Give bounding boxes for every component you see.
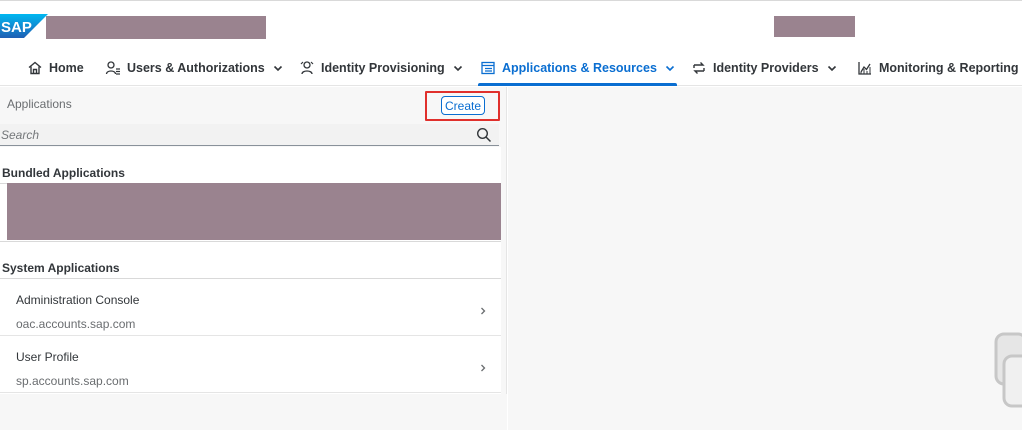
nav-item-label: Users & Authorizations: [127, 61, 265, 75]
chevron-down-icon: [453, 63, 463, 73]
chevron-right-icon: [478, 303, 488, 315]
empty-state-illustration-icon: [994, 332, 1022, 412]
list-bottom-space: [0, 394, 507, 430]
nav-item-applications-resources[interactable]: Applications & Resources: [478, 50, 677, 86]
create-button[interactable]: Create: [441, 96, 485, 115]
divider: [0, 241, 501, 242]
panel-title: Applications: [7, 97, 72, 111]
nav-item-label: Identity Providers: [713, 61, 819, 75]
chevron-down-icon: [827, 63, 837, 73]
users-icon: [105, 60, 121, 76]
redacted-bundled-applications: [7, 183, 501, 240]
provisioning-icon: [299, 60, 315, 76]
nav-item-identity-provisioning[interactable]: Identity Provisioning: [299, 50, 463, 86]
applications-icon: [480, 60, 496, 76]
search-icon[interactable]: [476, 127, 492, 143]
home-icon: [27, 60, 43, 76]
nav-item-users-authorizations[interactable]: Users & Authorizations: [105, 50, 283, 86]
chevron-down-icon: [273, 63, 283, 73]
sap-logo[interactable]: SAP: [0, 14, 48, 38]
nav-item-label: Home: [49, 61, 84, 75]
nav-item-label: Monitoring & Reporting: [879, 61, 1019, 75]
chevron-down-icon: [665, 63, 675, 73]
monitoring-icon: [857, 60, 873, 76]
list-item-subtitle: sp.accounts.sap.com: [16, 374, 129, 388]
group-header-system: System Applications: [0, 257, 501, 279]
redacted-user-name: [774, 16, 855, 37]
applications-master-panel: Applications Create Bundled Applications…: [0, 87, 507, 430]
nav-item-label: Applications & Resources: [502, 61, 657, 75]
detail-panel: [508, 87, 1022, 430]
list-item-title: User Profile: [16, 350, 79, 364]
panel-header: Applications Create: [0, 87, 507, 123]
redacted-app-title: [46, 16, 266, 39]
list-item[interactable]: Administration Console oac.accounts.sap.…: [0, 280, 501, 336]
list-item-title: Administration Console: [16, 293, 140, 307]
identity-providers-icon: [691, 60, 707, 76]
nav-item-home[interactable]: Home: [27, 50, 84, 86]
search-input[interactable]: [0, 124, 470, 145]
group-header-bundled: Bundled Applications: [0, 162, 501, 184]
list-item-subtitle: oac.accounts.sap.com: [16, 317, 136, 331]
nav-item-monitoring-reporting[interactable]: Monitoring & Reporting: [857, 50, 1022, 86]
chevron-right-icon: [478, 360, 488, 372]
top-navigation: Home Users & Authorizations Identity Pro…: [0, 50, 1022, 86]
search-field[interactable]: [0, 124, 499, 146]
list-item[interactable]: User Profile sp.accounts.sap.com: [0, 337, 501, 393]
svg-text:SAP: SAP: [1, 19, 32, 36]
shell-header: SAP: [0, 0, 1022, 50]
nav-item-label: Identity Provisioning: [321, 61, 445, 75]
nav-item-identity-providers[interactable]: Identity Providers: [691, 50, 837, 86]
